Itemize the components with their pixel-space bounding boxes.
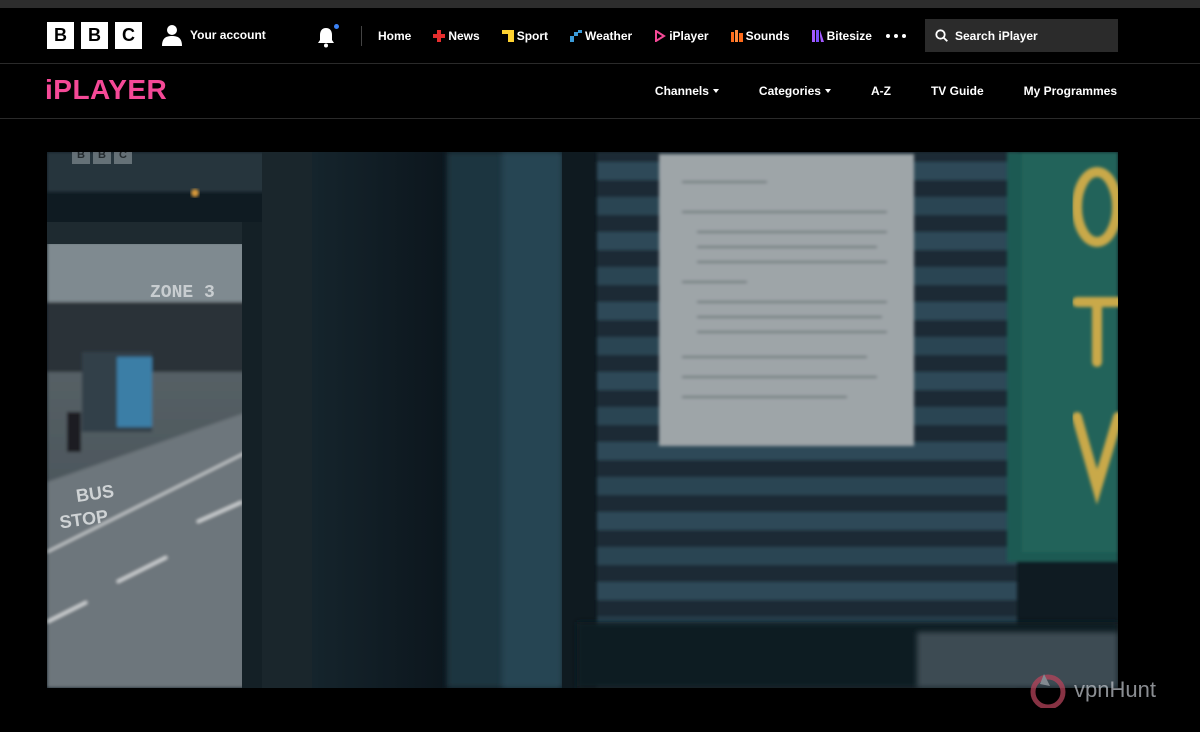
more-dot — [894, 34, 898, 38]
chevron-down-icon — [712, 89, 719, 93]
nav-link-bitesize[interactable]: Bitesize — [811, 29, 872, 43]
your-account-link[interactable]: Your account — [162, 24, 266, 46]
user-icon — [162, 25, 182, 46]
global-nav-links: Home News Sport Weather iPlayer Sounds B… — [378, 27, 872, 45]
bbc-global-nav: B B C Your account Home News Sport Weath… — [0, 8, 1200, 64]
channel-watermark-bbc: B B C — [72, 152, 132, 164]
bbc-logo[interactable]: B B C — [47, 22, 142, 49]
nav-link-weather[interactable]: Weather — [570, 29, 632, 43]
nav-categories-label: Categories — [758, 84, 821, 98]
notifications-button[interactable] — [315, 24, 339, 48]
scene-text-zone: ZONE 3 — [150, 283, 215, 303]
nav-a-z[interactable]: A-Z — [871, 84, 891, 98]
bbc-logo-block-1: B — [47, 22, 74, 49]
chevron-down-icon — [824, 89, 831, 93]
watermark-letter: B — [93, 152, 111, 164]
more-dot — [902, 34, 906, 38]
notification-dot — [334, 24, 339, 29]
video-frame: ZONE 3 BUS STOP — [47, 152, 1118, 688]
iplayer-logo[interactable]: iPLAYER — [45, 74, 167, 106]
iplayer-nav-bar: iPLAYER Channels Categories A-Z TV Guide… — [0, 64, 1200, 119]
nav-categories[interactable]: Categories — [759, 84, 831, 98]
more-dot — [886, 34, 890, 38]
bitesize-icon — [811, 30, 824, 42]
weather-icon — [570, 30, 583, 42]
vpnhunt-text: vpnHunt — [1074, 677, 1156, 702]
iplayer-icon — [655, 30, 667, 42]
nav-link-home[interactable]: Home — [378, 29, 411, 43]
news-icon — [433, 30, 446, 42]
nav-my-programmes-label: My Programmes — [1023, 84, 1117, 98]
search-input[interactable]: Search iPlayer — [925, 19, 1118, 52]
watermark-letter: B — [72, 152, 90, 164]
nav-link-label: Sounds — [745, 29, 790, 43]
nav-link-label: Sport — [516, 29, 549, 43]
nav-link-label: Weather — [585, 29, 633, 43]
nav-link-label: Home — [378, 29, 412, 43]
nav-tv-guide[interactable]: TV Guide — [931, 84, 984, 98]
iplayer-nav-menu: Channels Categories A-Z TV Guide My Prog… — [655, 84, 1117, 98]
vpnhunt-watermark: vpnHunt — [1028, 672, 1156, 708]
sport-icon — [501, 30, 514, 42]
nav-my-programmes[interactable]: My Programmes — [1024, 84, 1117, 98]
bbc-logo-block-3: C — [115, 22, 142, 49]
bbc-logo-block-2: B — [81, 22, 108, 49]
nav-divider — [361, 26, 362, 46]
video-player[interactable]: ZONE 3 BUS STOP B B C — [47, 152, 1118, 688]
nav-link-news[interactable]: News — [433, 29, 480, 43]
more-menu-button[interactable] — [886, 34, 906, 38]
nav-link-label: iPlayer — [669, 29, 709, 43]
nav-link-iplayer[interactable]: iPlayer — [654, 29, 709, 43]
account-label: Your account — [190, 28, 266, 42]
search-icon — [935, 29, 948, 42]
nav-tv-guide-label: TV Guide — [930, 84, 984, 98]
bell-icon — [318, 28, 334, 48]
watermark-letter: C — [114, 152, 132, 164]
nav-link-label: News — [448, 29, 480, 43]
vpnhunt-logo-icon — [1030, 674, 1066, 708]
nav-link-label: Bitesize — [826, 29, 872, 43]
sounds-icon — [730, 30, 743, 42]
nav-channels[interactable]: Channels — [655, 84, 719, 98]
browser-top-strip — [0, 0, 1200, 8]
search-placeholder: Search iPlayer — [955, 28, 1038, 43]
nav-a-z-label: A-Z — [870, 84, 891, 98]
nav-link-sport[interactable]: Sport — [501, 29, 549, 43]
nav-link-sounds[interactable]: Sounds — [730, 29, 790, 43]
nav-channels-label: Channels — [654, 84, 709, 98]
